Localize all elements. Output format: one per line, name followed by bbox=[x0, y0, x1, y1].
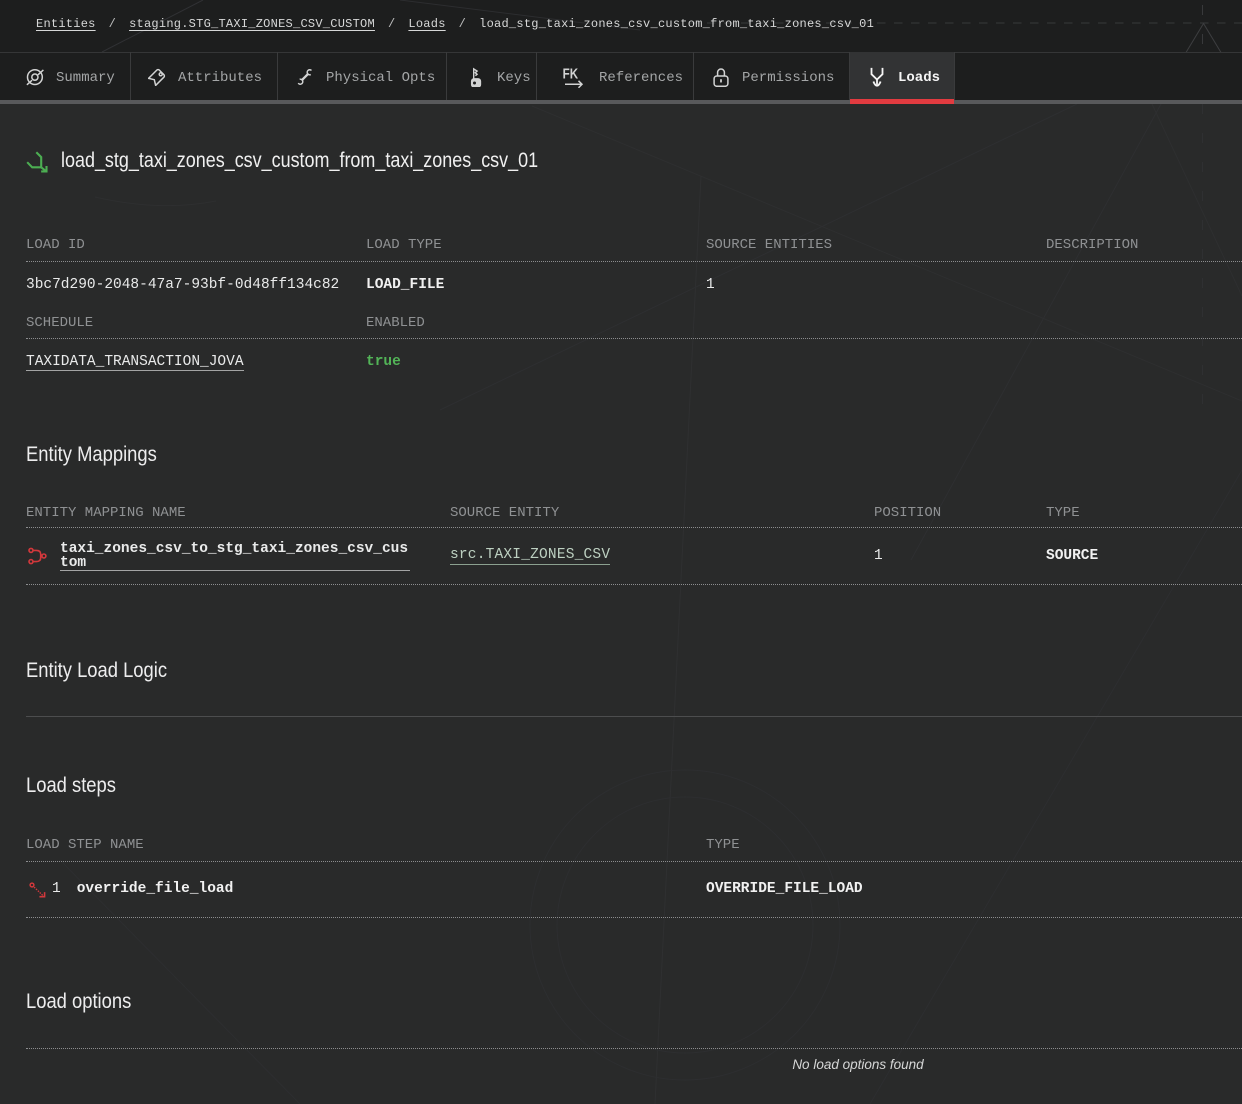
svg-text:FK: FK bbox=[563, 66, 579, 82]
